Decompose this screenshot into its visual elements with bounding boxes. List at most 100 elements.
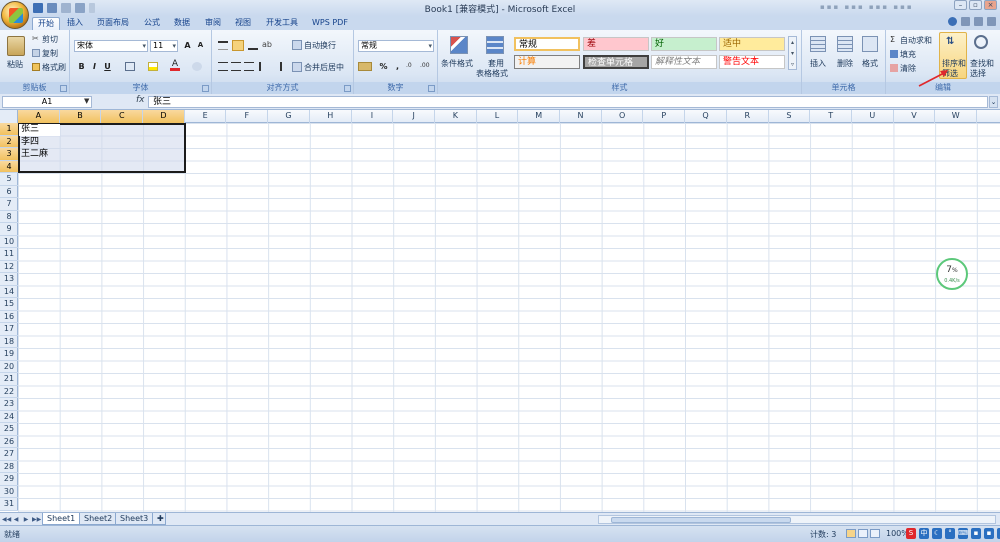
font-size-select[interactable]: 11 <box>150 40 178 52</box>
ribbon-close-icon[interactable] <box>987 17 996 26</box>
row-header[interactable]: 26 <box>0 436 18 448</box>
column-header[interactable]: A <box>18 110 60 123</box>
column-header[interactable]: F <box>227 110 269 123</box>
row-header[interactable]: 8 <box>0 211 18 223</box>
prev-sheet-icon[interactable]: ◀ <box>12 515 20 524</box>
restore-button[interactable]: ▫ <box>969 0 982 10</box>
alignment-launcher-icon[interactable] <box>344 85 351 92</box>
fill-color-icon[interactable] <box>148 62 158 71</box>
horizontal-scrollbar[interactable] <box>598 515 996 524</box>
conditional-format-button[interactable]: 条件格式 <box>441 58 473 69</box>
column-header[interactable]: N <box>560 110 602 123</box>
tab-developer[interactable]: 开发工具 <box>261 17 303 30</box>
horizontal-scroll-thumb[interactable] <box>611 517 791 523</box>
column-header[interactable]: O <box>602 110 644 123</box>
row-header[interactable]: 1 <box>0 123 18 136</box>
column-header[interactable]: H <box>310 110 352 123</box>
wrap-text-button[interactable]: 自动换行 <box>304 40 336 51</box>
cell-area[interactable] <box>18 123 1000 512</box>
row-header[interactable]: 22 <box>0 386 18 398</box>
first-sheet-icon[interactable]: ◀◀ <box>2 515 11 524</box>
tab-view[interactable]: 视图 <box>230 17 256 30</box>
tab-insert[interactable]: 插入 <box>62 17 88 30</box>
column-header[interactable]: R <box>727 110 769 123</box>
row-header[interactable]: 27 <box>0 448 18 461</box>
grow-font-icon[interactable]: A <box>182 40 193 51</box>
tab-page-layout[interactable]: 页面布局 <box>92 17 134 30</box>
close-button[interactable]: × <box>984 0 997 10</box>
column-header[interactable]: V <box>894 110 936 123</box>
cell-a3[interactable]: 王二麻 <box>21 148 48 160</box>
last-sheet-icon[interactable]: ▶▶ <box>32 515 41 524</box>
row-header[interactable]: 16 <box>0 311 18 323</box>
format-painter-button[interactable]: 格式刷 <box>42 62 66 73</box>
align-right-icon[interactable] <box>244 62 254 71</box>
number-format-select[interactable]: 常规 <box>358 40 434 52</box>
copy-button[interactable]: 复制 <box>42 48 58 59</box>
row-header[interactable]: 4 <box>0 160 18 173</box>
format-button[interactable]: 格式 <box>862 58 878 69</box>
style-neutral[interactable]: 适中 <box>719 37 785 51</box>
insert-function-button[interactable]: fx <box>136 95 145 105</box>
help-icon[interactable] <box>948 17 957 26</box>
row-header[interactable]: 21 <box>0 373 18 386</box>
row-header[interactable]: 29 <box>0 473 18 486</box>
align-left-icon[interactable] <box>218 62 228 71</box>
cut-button[interactable]: 剪切 <box>42 34 58 45</box>
row-header[interactable]: 30 <box>0 486 18 498</box>
clipboard-launcher-icon[interactable] <box>60 85 67 92</box>
clear-button[interactable]: 清除 <box>900 63 916 74</box>
row-header[interactable]: 28 <box>0 461 18 473</box>
normal-view-icon[interactable] <box>846 529 856 538</box>
column-header[interactable]: E <box>185 110 227 123</box>
column-header[interactable]: B <box>59 110 102 123</box>
column-header[interactable]: I <box>352 110 394 123</box>
tab-data[interactable]: 数据 <box>169 17 195 30</box>
increase-indent-icon[interactable] <box>272 62 282 71</box>
page-layout-view-icon[interactable] <box>858 529 868 538</box>
autosum-button[interactable]: 自动求和 <box>900 35 932 46</box>
paste-icon[interactable] <box>7 36 25 56</box>
ribbon-minimize-icon[interactable] <box>961 17 970 26</box>
delete-button[interactable]: 删除 <box>837 58 853 69</box>
font-name-select[interactable]: 宋体 <box>74 40 148 52</box>
row-header[interactable]: 31 <box>0 498 18 511</box>
formula-input[interactable]: 张三 <box>148 96 988 108</box>
row-header[interactable]: 12 <box>0 261 18 273</box>
column-header[interactable]: D <box>143 110 185 123</box>
row-header[interactable]: 9 <box>0 223 18 236</box>
row-header[interactable]: 11 <box>0 248 18 261</box>
ime-tools-icon[interactable]: ▪ <box>984 528 994 539</box>
column-header[interactable]: U <box>852 110 894 123</box>
style-normal[interactable]: 常规 <box>514 37 580 51</box>
ime-skin-icon[interactable]: ▪ <box>971 528 981 539</box>
sheet-tab-sheet2[interactable]: Sheet2 <box>79 513 118 525</box>
column-header[interactable]: Q <box>685 110 727 123</box>
column-header[interactable]: S <box>769 110 811 123</box>
tab-formulas[interactable]: 公式 <box>139 17 165 30</box>
tab-home[interactable]: 开始 <box>32 17 60 30</box>
align-middle-icon[interactable] <box>232 40 244 51</box>
sheet-tab-sheet1[interactable]: Sheet1 <box>42 513 81 525</box>
name-box-dropdown-icon[interactable]: ▼ <box>84 97 89 105</box>
ime-keyboard-icon[interactable]: ⌨ <box>958 528 968 539</box>
font-color-icon[interactable]: A <box>170 60 180 71</box>
style-good[interactable]: 好 <box>651 37 717 51</box>
currency-icon[interactable] <box>358 62 372 71</box>
row-header[interactable]: 2 <box>0 135 18 148</box>
column-header[interactable]: W <box>935 110 978 123</box>
orientation-icon[interactable]: ab <box>262 40 274 50</box>
column-header[interactable]: M <box>518 110 561 123</box>
cell-a1[interactable]: 张三 <box>21 123 39 135</box>
row-header[interactable]: 10 <box>0 236 18 248</box>
network-speed-widget[interactable]: 7% 0.4K/s <box>936 258 968 290</box>
row-header[interactable]: 6 <box>0 186 18 198</box>
style-bad[interactable]: 差 <box>583 37 649 51</box>
row-header[interactable]: 23 <box>0 398 18 411</box>
expand-formula-bar-icon[interactable]: ⌄ <box>989 96 998 108</box>
row-header[interactable]: 24 <box>0 411 18 423</box>
column-header[interactable]: J <box>393 110 435 123</box>
select-all-corner[interactable] <box>0 110 18 123</box>
column-header[interactable]: G <box>268 110 310 123</box>
column-header[interactable]: C <box>101 110 144 123</box>
